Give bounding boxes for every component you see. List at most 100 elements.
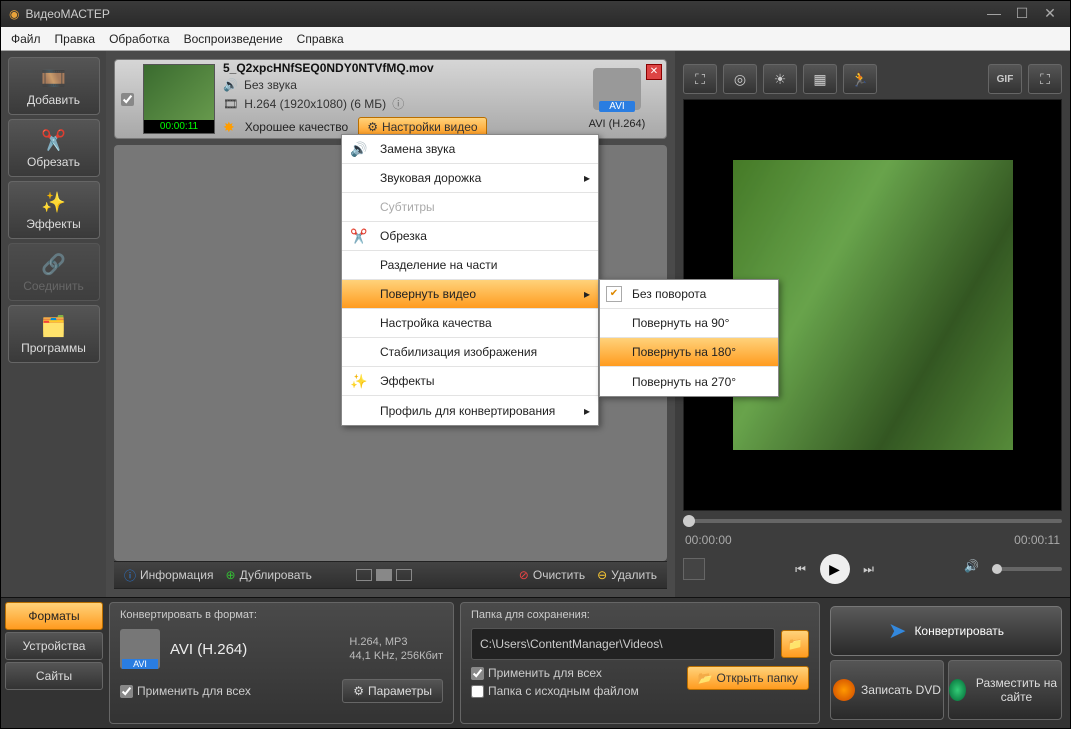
gear-icon: ⚙ [367, 120, 378, 134]
rotate-submenu: ✔Без поворота Повернуть на 90° Повернуть… [599, 279, 779, 397]
brightness-tool-button[interactable]: ☀ [763, 64, 797, 94]
ctx-subtitles: Субтитры [342, 193, 598, 222]
format-sub1: H.264, MP3 [349, 635, 443, 649]
menu-help[interactable]: Справка [297, 32, 344, 46]
browse-button[interactable]: 📁 [781, 630, 809, 658]
chevron-right-icon: ▸ [584, 287, 590, 301]
duplicate-button[interactable]: ⊕Дублировать [226, 568, 312, 582]
chevron-right-icon: ▸ [584, 404, 590, 418]
format-name[interactable]: AVI (H.264) [170, 641, 247, 658]
file-card[interactable]: 00:00:11 5_Q2xpcHNfSEQ0NDY0NTVfMQ.mov 🔊Б… [114, 59, 667, 139]
folder-panel: Папка для сохранения: C:\Users\ContentMa… [460, 602, 820, 724]
info-icon: ⓘ [124, 567, 136, 584]
fullscreen-button[interactable]: ⛶ [1028, 64, 1062, 94]
device-icon[interactable]: AVI [593, 68, 641, 110]
volume-icon[interactable]: 🔊 [964, 559, 984, 579]
ctx-split[interactable]: Разделение на части [342, 251, 598, 280]
format-sub2: 44,1 KHz, 256Кбит [349, 649, 443, 663]
crop-label: Обрезать [27, 155, 80, 169]
programs-label: Программы [21, 341, 86, 355]
menu-file[interactable]: Файл [11, 32, 41, 46]
status-bar: ⓘИнформация ⊕Дублировать ⊘Очистить ⊖Удал… [114, 561, 667, 589]
duplicate-icon: ⊕ [226, 568, 236, 582]
tab-sites[interactable]: Сайты [5, 662, 103, 690]
scissors-icon: ✂️ [348, 225, 370, 247]
view-toggle[interactable] [356, 569, 412, 581]
ctx-profile[interactable]: Профиль для конвертирования▸ [342, 396, 598, 425]
rotate-none[interactable]: ✔Без поворота [600, 280, 778, 309]
ctx-audio-track[interactable]: Звуковая дорожка▸ [342, 164, 598, 193]
menu-edit[interactable]: Правка [55, 32, 96, 46]
time-current: 00:00:00 [685, 533, 732, 547]
open-folder-button[interactable]: 📂Открыть папку [687, 666, 809, 690]
time-total: 00:00:11 [1014, 533, 1060, 547]
remove-file-button[interactable]: ✕ [646, 64, 662, 80]
format-header: Конвертировать в формат: [120, 609, 443, 621]
folder-path[interactable]: C:\Users\ContentManager\Videos\ [471, 628, 775, 660]
arrow-icon: ➤ [888, 618, 906, 644]
speed-tool-button[interactable]: 🏃 [843, 64, 877, 94]
vset-label: Настройки видео [382, 120, 478, 134]
prev-button[interactable]: ⏮ [790, 558, 812, 580]
menu-process[interactable]: Обработка [109, 32, 170, 46]
chevron-right-icon: ▸ [584, 171, 590, 185]
next-button[interactable]: ⏭ [858, 558, 880, 580]
quality-label: Хорошее качество [245, 120, 348, 134]
focus-tool-button[interactable]: ◎ [723, 64, 757, 94]
join-button[interactable]: 🔗Соединить [8, 243, 100, 301]
crop-tool-button[interactable]: ⛶ [683, 64, 717, 94]
audio-icon: 🔊 [223, 78, 238, 92]
check-icon: ✔ [606, 286, 622, 302]
titlebar: ◉ ВидеоМАСТЕР — ☐ ✕ [1, 1, 1070, 27]
ctx-stabilize[interactable]: Стабилизация изображения [342, 338, 598, 367]
minimize-button[interactable]: — [982, 6, 1006, 22]
crop-button[interactable]: ✂️Обрезать [8, 119, 100, 177]
frame-tool-button[interactable]: ▦ [803, 64, 837, 94]
rotate-270[interactable]: Повернуть на 270° [600, 367, 778, 396]
folder-header: Папка для сохранения: [471, 609, 809, 621]
volume-slider[interactable] [992, 567, 1062, 571]
params-button[interactable]: ⚙Параметры [342, 679, 443, 703]
file-thumbnail[interactable]: 00:00:11 [143, 64, 215, 134]
publish-site-button[interactable]: Разместить на сайте [948, 660, 1062, 720]
file-checkbox[interactable] [121, 93, 134, 106]
snapshot-button[interactable] [683, 558, 705, 580]
add-label: Добавить [27, 93, 80, 107]
ctx-crop[interactable]: ✂️Обрезка [342, 222, 598, 251]
play-button[interactable]: ▶ [820, 554, 850, 584]
convert-button[interactable]: ➤Конвертировать [830, 606, 1062, 656]
actions-panel: ➤Конвертировать Записать DVD Разместить … [826, 602, 1066, 724]
programs-button[interactable]: 🗂️Программы [8, 305, 100, 363]
burn-dvd-button[interactable]: Записать DVD [830, 660, 944, 720]
format-icon[interactable]: AVI [120, 629, 160, 669]
ctx-rotate[interactable]: Повернуть видео▸ [342, 280, 598, 309]
tab-formats[interactable]: Форматы [5, 602, 103, 630]
ctx-replace-audio[interactable]: 🔊Замена звука [342, 135, 598, 164]
gif-button[interactable]: GIF [988, 64, 1022, 94]
rotate-90[interactable]: Повернуть на 90° [600, 309, 778, 338]
sound-icon: 🔊 [348, 138, 370, 160]
format-apply-all[interactable]: Применить для всех [120, 684, 251, 698]
join-label: Соединить [23, 279, 84, 293]
globe-icon [949, 679, 966, 701]
left-toolbar: 🎞️Добавить ✂️Обрезать ✨Эффекты 🔗Соединит… [1, 51, 106, 597]
delete-button[interactable]: ⊖Удалить [597, 568, 657, 582]
context-menu: 🔊Замена звука Звуковая дорожка▸ Субтитры… [341, 134, 599, 426]
add-button[interactable]: 🎞️Добавить [8, 57, 100, 115]
codec-label: H.264 (1920x1080) (6 МБ) [244, 97, 386, 111]
tab-devices[interactable]: Устройства [5, 632, 103, 660]
folder-apply-all[interactable]: Применить для всех [471, 666, 639, 680]
ctx-quality[interactable]: Настройка качества [342, 309, 598, 338]
rotate-180[interactable]: Повернуть на 180° [600, 338, 778, 367]
info-icon[interactable]: ⓘ [392, 95, 404, 112]
info-button[interactable]: ⓘИнформация [124, 567, 214, 584]
folder-source[interactable]: Папка с исходным файлом [471, 684, 639, 698]
menu-playback[interactable]: Воспроизведение [184, 32, 283, 46]
effects-button[interactable]: ✨Эффекты [8, 181, 100, 239]
dvd-icon [833, 679, 855, 701]
ctx-effects[interactable]: ✨Эффекты [342, 367, 598, 396]
clear-button[interactable]: ⊘Очистить [519, 568, 585, 582]
maximize-button[interactable]: ☐ [1010, 6, 1034, 22]
seek-slider[interactable] [683, 511, 1062, 531]
close-button[interactable]: ✕ [1038, 6, 1062, 22]
